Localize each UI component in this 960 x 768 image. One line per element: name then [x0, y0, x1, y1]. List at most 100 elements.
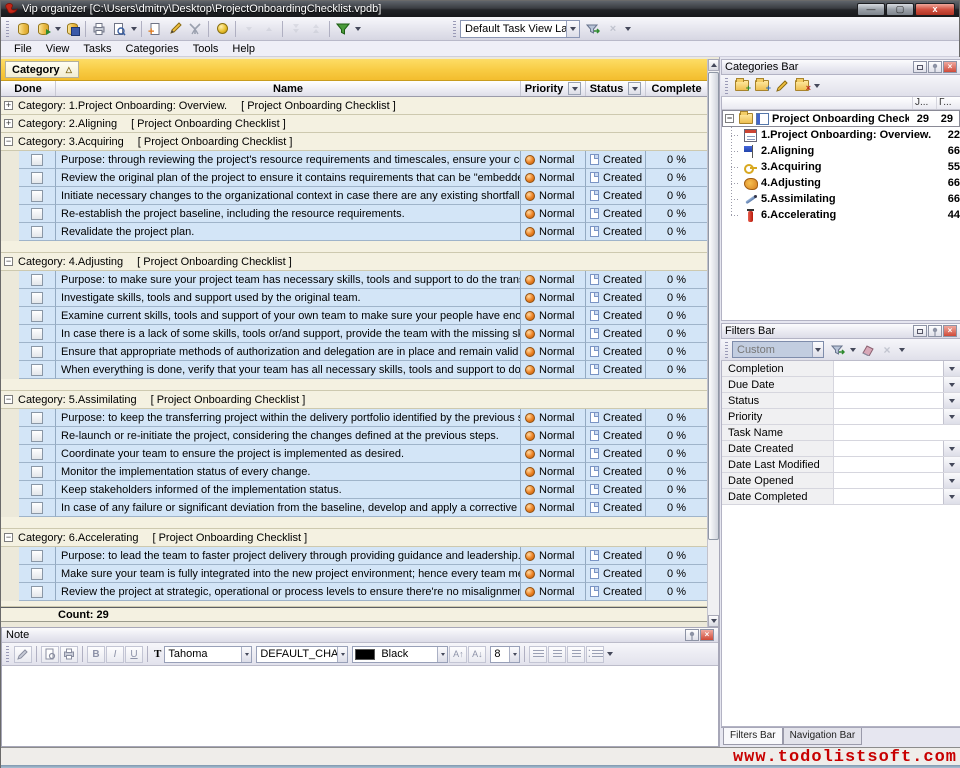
expander-icon[interactable]: − — [4, 395, 13, 404]
save-database-icon[interactable] — [62, 19, 82, 39]
complete-task-icon[interactable] — [212, 19, 232, 39]
done-checkbox[interactable] — [31, 550, 43, 562]
filter-field-dropdown-icon[interactable] — [943, 409, 960, 424]
category-root-row[interactable]: − Project Onboarding Checklist 29 29 — [722, 110, 960, 127]
task-view-layout-combo[interactable]: Default Task View Layout — [460, 20, 580, 38]
category-item[interactable]: 4.Adjusting 6 6 — [722, 175, 960, 191]
task-name-cell[interactable]: In case there is a lack of some skills, … — [56, 325, 521, 343]
remove-filter-icon[interactable]: × — [877, 340, 897, 360]
task-row[interactable]: Review the original plan of the project … — [1, 169, 707, 187]
group-row[interactable]: + Category: 2.Aligning [ Project Onboard… — [1, 115, 707, 133]
font-size-dropdown-icon[interactable] — [509, 647, 519, 662]
expander-icon[interactable]: − — [4, 257, 13, 266]
note-pin-icon[interactable] — [685, 629, 699, 641]
note-print-icon[interactable] — [60, 646, 78, 663]
apply-filter-dropdown-icon[interactable] — [848, 341, 857, 359]
filters-minimize-icon[interactable] — [913, 325, 927, 337]
status-cell[interactable]: Created — [586, 205, 646, 223]
filters-close-icon[interactable]: × — [943, 325, 957, 337]
expander-icon[interactable]: − — [4, 137, 13, 146]
status-cell[interactable]: Created — [586, 187, 646, 205]
delete-task-icon[interactable] — [185, 19, 205, 39]
filter-field-value[interactable] — [834, 457, 943, 472]
edit-task-icon[interactable] — [165, 19, 185, 39]
font-name-combo[interactable]: Tahoma — [164, 646, 252, 663]
status-cell[interactable]: Created — [586, 547, 646, 565]
complete-cell[interactable]: 0 % — [646, 565, 707, 583]
group-row[interactable]: − Category: 4.Adjusting [ Project Onboar… — [1, 253, 707, 271]
layout-more-dropdown-icon[interactable] — [623, 20, 632, 38]
column-header-done[interactable]: Done — [1, 81, 56, 96]
status-cell[interactable]: Created — [586, 427, 646, 445]
status-cell[interactable]: Created — [586, 325, 646, 343]
filters-more-dropdown-icon[interactable] — [897, 341, 906, 359]
filter-field-dropdown-icon[interactable] — [943, 457, 960, 472]
filter-field-value[interactable] — [834, 409, 943, 424]
category-item[interactable]: 2.Aligning 6 6 — [722, 143, 960, 159]
column-header-priority[interactable]: Priority — [521, 81, 586, 96]
open-database-icon[interactable] — [33, 19, 53, 39]
done-checkbox[interactable] — [31, 274, 43, 286]
done-checkbox[interactable] — [31, 190, 43, 202]
priority-cell[interactable]: Normal — [521, 169, 586, 187]
done-checkbox[interactable] — [31, 586, 43, 598]
priority-cell[interactable]: Normal — [521, 565, 586, 583]
expander-icon[interactable]: + — [4, 119, 13, 128]
complete-cell[interactable]: 0 % — [646, 445, 707, 463]
task-row[interactable]: Review the project at strategic, operati… — [1, 583, 707, 601]
task-name-cell[interactable]: Revalidate the project plan. — [56, 223, 521, 241]
move-to-top-icon[interactable] — [306, 19, 326, 39]
status-cell[interactable]: Created — [586, 289, 646, 307]
task-row[interactable]: Ensure that appropriate methods of autho… — [1, 343, 707, 361]
complete-cell[interactable]: 0 % — [646, 343, 707, 361]
new-subcategory-icon[interactable]: + — [752, 76, 772, 96]
italic-button[interactable]: I — [106, 646, 124, 663]
menu-item[interactable]: Tasks — [76, 42, 118, 56]
task-row[interactable]: Revalidate the project plan. Normal Crea… — [1, 223, 707, 241]
categories-close-icon[interactable]: × — [943, 61, 957, 73]
priority-cell[interactable]: Normal — [521, 427, 586, 445]
task-row[interactable]: Purpose: through reviewing the project's… — [1, 151, 707, 169]
status-cell[interactable]: Created — [586, 583, 646, 601]
done-checkbox[interactable] — [31, 172, 43, 184]
done-checkbox[interactable] — [31, 502, 43, 514]
task-row[interactable]: Keep stakeholders informed of the implem… — [1, 481, 707, 499]
priority-cell[interactable]: Normal — [521, 481, 586, 499]
complete-cell[interactable]: 0 % — [646, 307, 707, 325]
maximize-button[interactable]: ▢ — [886, 3, 914, 16]
filter-field-value[interactable] — [834, 489, 943, 504]
done-checkbox[interactable] — [31, 292, 43, 304]
database-icon[interactable] — [13, 19, 33, 39]
done-checkbox[interactable] — [31, 484, 43, 496]
font-color-dropdown-icon[interactable] — [437, 647, 447, 662]
delete-layout-icon[interactable]: × — [603, 19, 623, 39]
font-name-dropdown-icon[interactable] — [241, 647, 251, 662]
priority-cell[interactable]: Normal — [521, 205, 586, 223]
toolbar-drag-handle[interactable] — [6, 21, 9, 37]
font-color-combo[interactable]: Black — [352, 646, 448, 663]
group-by-category-button[interactable]: Category △ — [5, 61, 79, 78]
task-row[interactable]: Examine current skills, tools and suppor… — [1, 307, 707, 325]
column-header-name[interactable]: Name — [56, 81, 521, 96]
complete-cell[interactable]: 0 % — [646, 325, 707, 343]
task-name-cell[interactable]: Investigate skills, tools and support us… — [56, 289, 521, 307]
task-name-cell[interactable]: Purpose: through reviewing the project's… — [56, 151, 521, 169]
complete-cell[interactable]: 0 % — [646, 271, 707, 289]
status-cell[interactable]: Created — [586, 463, 646, 481]
task-name-cell[interactable]: Monitor the implementation status of eve… — [56, 463, 521, 481]
complete-cell[interactable]: 0 % — [646, 547, 707, 565]
move-down-icon[interactable] — [239, 19, 259, 39]
done-checkbox[interactable] — [31, 412, 43, 424]
font-size-combo[interactable]: 8 — [490, 646, 520, 663]
task-row[interactable]: Coordinate your team to ensure the proje… — [1, 445, 707, 463]
open-database-dropdown-icon[interactable] — [53, 20, 62, 38]
char-style-dropdown-icon[interactable] — [337, 647, 347, 662]
minimize-button[interactable]: — — [857, 3, 885, 16]
priority-cell[interactable]: Normal — [521, 409, 586, 427]
status-cell[interactable]: Created — [586, 499, 646, 517]
apply-filter-icon[interactable] — [828, 340, 848, 360]
align-left-icon[interactable] — [529, 646, 547, 663]
collapse-icon[interactable]: − — [725, 114, 734, 123]
group-row[interactable]: − Category: 3.Acquiring [ Project Onboar… — [1, 133, 707, 151]
complete-cell[interactable]: 0 % — [646, 481, 707, 499]
